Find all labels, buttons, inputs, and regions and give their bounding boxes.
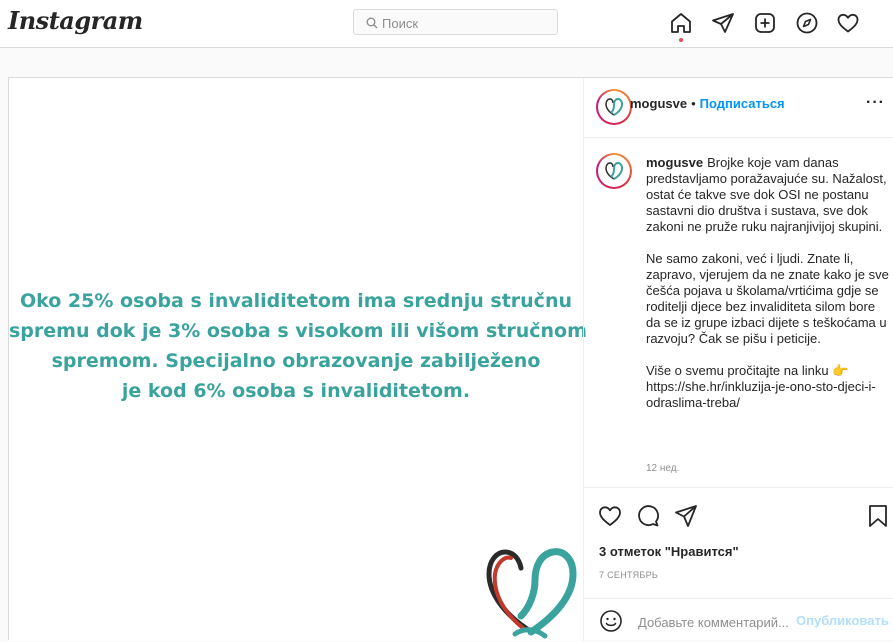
heart-logo-graphic [486,548,577,639]
image-text-line: Oko 25% osoba s invaliditetom ima srednj… [19,290,572,312]
separator-dot: • [691,96,696,111]
post-sidebar: mogusve • Подписаться ··· mogusve Brojke ko… [583,78,893,641]
post-image[interactable]: Oko 25% osoba s invaliditetom ima srednj… [9,78,587,641]
avatar[interactable] [596,153,632,189]
likes-count[interactable]: 3 отметок "Нравится" [599,544,739,559]
search-icon [366,17,378,29]
search-box[interactable] [353,9,558,35]
save-icon[interactable] [865,503,891,529]
direct-icon[interactable] [711,11,735,35]
image-text-line: spremom. Specijalno obrazovanje zabiljež… [51,350,541,372]
share-icon[interactable] [673,503,699,529]
caption-text: mogusve Brojke koje vam danas predstavlja… [646,155,892,427]
search-input[interactable] [380,13,554,33]
image-text-line: je kod 6% osoba s invaliditetom. [121,380,471,402]
more-options-button[interactable]: ··· [866,94,885,112]
caption-area: mogusve Brojke koje vam danas predstavlja… [584,137,893,487]
instagram-logo[interactable]: Instagram [8,6,143,35]
post-card: Oko 25% osoba s invaliditetom ima srednj… [8,77,893,641]
top-nav: Instagram [0,0,893,48]
caption-username[interactable]: mogusve [646,155,703,170]
username-link[interactable]: mogusve [630,96,687,111]
home-icon[interactable] [669,11,693,35]
activity-icon[interactable] [836,11,860,35]
explore-icon[interactable] [795,11,819,35]
post-image-text: Oko 25% osoba s invaliditetom ima srednj… [9,286,587,406]
publish-button[interactable]: Опубликовать [796,613,889,628]
avatar-logo-icon [605,161,624,180]
avatar[interactable] [596,89,632,125]
caption-link-paragraph[interactable]: Više o svemu pročitajte na linku 👉https:… [646,363,892,411]
comment-bar: Опубликовать [584,598,893,642]
notification-dot [679,38,683,42]
caption-paragraph: Ne samo zakoni, već i ljudi. Znate li, z… [646,251,889,346]
avatar-logo-icon [605,97,624,116]
header-line: mogusve • Подписаться [630,96,785,111]
post-header: mogusve • Подписаться ··· [584,78,893,138]
comment-input[interactable] [636,611,800,633]
like-icon[interactable] [597,503,623,529]
post-date: 7 СЕНТЯБРЬ [599,570,659,580]
new-post-icon[interactable] [753,11,777,35]
emoji-icon[interactable] [599,609,623,633]
follow-button[interactable]: Подписаться [700,96,785,111]
image-text-line: spremu dok je 3% osoba s visokom ili viš… [9,320,587,342]
comment-icon[interactable] [635,503,661,529]
time-ago[interactable]: 12 нед. [646,463,679,474]
